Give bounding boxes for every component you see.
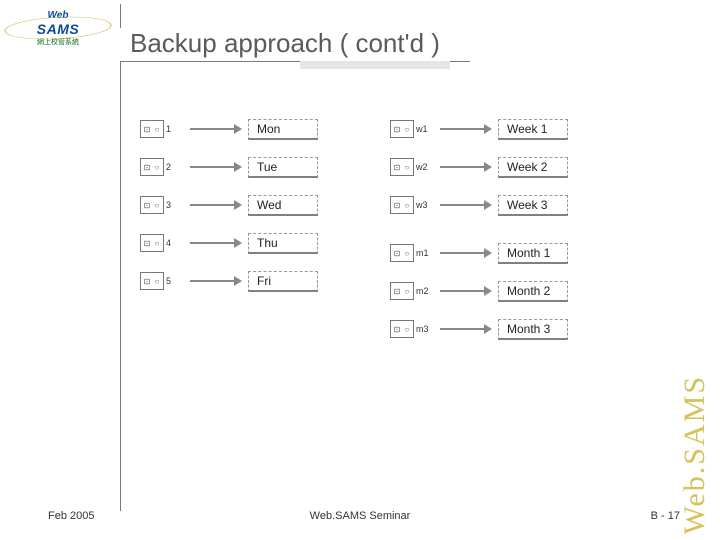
tape-icon [140, 272, 164, 290]
footer-page: B - 17 [651, 510, 680, 522]
tape-label: Month 3 [498, 319, 568, 340]
tape-icon [140, 196, 164, 214]
arrow-icon [190, 126, 242, 132]
tape-sub: w2 [416, 162, 434, 172]
tape-icon [390, 196, 414, 214]
tape-sub: 1 [166, 124, 184, 134]
arrow-icon [440, 202, 492, 208]
tape-icon [390, 282, 414, 300]
tape-icon [140, 234, 164, 252]
tape-label: Week 2 [498, 157, 568, 178]
diagram: 1 Mon w1 Week 1 2 Tue w2 Week 2 3 [140, 110, 660, 338]
tape-icon [140, 158, 164, 176]
websams-logo: Web SAMS 網上校管系統 [8, 8, 108, 48]
tape-sub: m3 [416, 324, 434, 334]
arrow-icon [190, 278, 242, 284]
tape-icon [390, 120, 414, 138]
tape-sub: w3 [416, 200, 434, 210]
tape-icon [390, 158, 414, 176]
footer: Feb 2005 Web.SAMS Seminar B - 17 [0, 510, 720, 522]
side-watermark: Web.SAMS [678, 375, 712, 534]
tape-sub: 2 [166, 162, 184, 172]
arrow-icon [440, 164, 492, 170]
tape-label: Fri [248, 271, 318, 292]
footer-date: Feb 2005 [48, 510, 94, 522]
tape-label: Month 1 [498, 243, 568, 264]
arrow-icon [190, 240, 242, 246]
tape-label: Month 2 [498, 281, 568, 302]
arrow-icon [190, 164, 242, 170]
tape-icon [390, 320, 414, 338]
tape-sub: 4 [166, 238, 184, 248]
tape-sub: 5 [166, 276, 184, 286]
slide-title: Backup approach ( cont'd ) [110, 28, 720, 61]
tape-icon [140, 120, 164, 138]
arrow-icon [440, 250, 492, 256]
tape-label: Week 3 [498, 195, 568, 216]
tape-icon [390, 244, 414, 262]
arrow-icon [190, 202, 242, 208]
tape-label: Thu [248, 233, 318, 254]
tape-sub: m1 [416, 248, 434, 258]
tape-sub: m2 [416, 286, 434, 296]
tape-label: Week 1 [498, 119, 568, 140]
footer-center: Web.SAMS Seminar [310, 510, 411, 522]
arrow-icon [440, 126, 492, 132]
arrow-icon [440, 288, 492, 294]
arrow-icon [440, 326, 492, 332]
tape-label: Mon [248, 119, 318, 140]
tape-label: Wed [248, 195, 318, 216]
tape-sub: 3 [166, 200, 184, 210]
tape-label: Tue [248, 157, 318, 178]
tape-sub: w1 [416, 124, 434, 134]
